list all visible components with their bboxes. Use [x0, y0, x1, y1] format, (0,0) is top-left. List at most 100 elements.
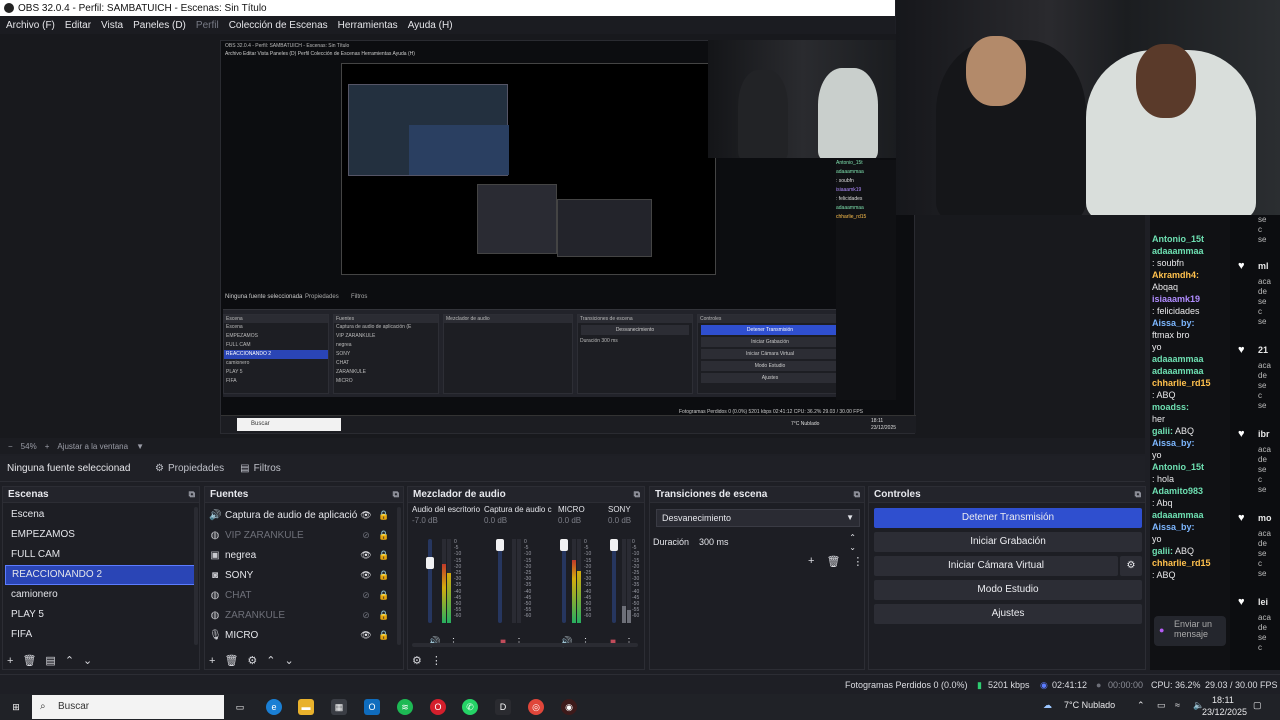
wifi-icon[interactable]: ≈	[1175, 700, 1180, 710]
scene-item-selected[interactable]: REACCIONANDO 2	[5, 565, 197, 585]
eye-off-icon[interactable]: ⊘	[357, 530, 375, 541]
trash-icon[interactable]: 🗑	[224, 654, 238, 667]
gear-icon[interactable]: ⚙	[247, 654, 257, 667]
menu-ayuda[interactable]: Ayuda (H)	[408, 20, 453, 31]
lock-icon[interactable]: 🔒	[375, 630, 393, 641]
menu-herramientas[interactable]: Herramientas	[338, 20, 398, 31]
volume-slider[interactable]	[426, 539, 434, 623]
start-virtual-cam-button[interactable]: Iniciar Cámara Virtual	[874, 556, 1118, 576]
eye-icon[interactable]: 👁	[357, 510, 375, 521]
volume-slider[interactable]	[560, 539, 568, 623]
chevron-down-icon[interactable]: ▼	[136, 442, 144, 451]
properties-button[interactable]: ⚙ Propiedades	[147, 460, 232, 477]
lock-icon[interactable]: 🔒	[375, 550, 393, 561]
transition-select[interactable]: Desvanecimiento ▼	[656, 509, 860, 527]
task-view-icon[interactable]: ▭	[232, 699, 248, 715]
more-icon[interactable]: ⋮	[431, 654, 442, 667]
outlook-icon[interactable]: O	[364, 699, 380, 715]
eye-icon[interactable]: 👁	[357, 550, 375, 561]
volume-slider[interactable]	[496, 539, 504, 623]
edge-icon[interactable]: e	[266, 699, 282, 715]
lock-icon[interactable]: 🔒	[375, 510, 393, 521]
heart-icon[interactable]: ♥	[1238, 345, 1249, 356]
store-icon[interactable]: ▦	[331, 699, 347, 715]
undock-icon[interactable]: ⧉	[393, 489, 399, 500]
undock-icon[interactable]: ⧉	[1135, 489, 1141, 500]
chevron-up-icon[interactable]: ⌃	[1137, 700, 1145, 711]
menu-coleccion-escenas[interactable]: Colección de Escenas	[229, 20, 328, 31]
weather[interactable]: 7°C Nublado	[1064, 700, 1115, 710]
source-item[interactable]: 🔊Captura de audio de aplicación (E👁🔒	[205, 505, 393, 525]
source-item[interactable]: ▣ negrea 👁 🔒	[205, 545, 393, 565]
scene-item[interactable]: FIFA	[5, 625, 197, 645]
heart-icon[interactable]: ♥	[1238, 513, 1249, 524]
advanced-audio-icon[interactable]: ⚙	[412, 654, 422, 667]
undock-icon[interactable]: ⧉	[189, 489, 195, 500]
menu-paneles[interactable]: Paneles (D)	[133, 20, 186, 31]
eye-off-icon[interactable]: ⊘	[357, 590, 375, 601]
clock-time[interactable]: 18:11	[1212, 695, 1234, 705]
zoom-in-icon[interactable]: +	[45, 442, 50, 451]
menu-editar[interactable]: Editar	[65, 20, 91, 31]
menu-perfil[interactable]: Perfil	[196, 20, 219, 31]
settings-button[interactable]: Ajustes	[874, 604, 1142, 624]
filter-icon[interactable]: ▤	[45, 654, 55, 667]
scrollbar[interactable]	[194, 507, 198, 645]
chrome-icon[interactable]: ◎	[528, 699, 544, 715]
zoom-out-icon[interactable]: −	[8, 442, 13, 451]
chevron-down-icon[interactable]: ⌄	[285, 654, 294, 667]
scene-item[interactable]: Escena	[5, 505, 197, 525]
scrollbar[interactable]	[397, 507, 401, 645]
trash-icon[interactable]: 🗑	[22, 654, 36, 667]
start-recording-button[interactable]: Iniciar Grabación	[874, 532, 1142, 552]
add-icon[interactable]: +	[209, 655, 215, 667]
source-item[interactable]: ◍ ZARANKULE ⊘ 🔒	[205, 605, 393, 625]
source-item[interactable]: 🎙 MICRO 👁 🔒	[205, 625, 393, 645]
scene-item[interactable]: PLAY 5	[5, 605, 197, 625]
lock-icon[interactable]: 🔒	[375, 570, 393, 581]
heart-icon[interactable]: ♥	[1238, 261, 1249, 272]
filters-button[interactable]: ▤ Filtros	[232, 460, 289, 477]
network-icon[interactable]: ▭	[1157, 700, 1166, 711]
lock-icon[interactable]: 🔒	[375, 590, 393, 601]
lock-icon[interactable]: 🔒	[375, 610, 393, 621]
scene-item[interactable]: EMPEZAMOS	[5, 525, 197, 545]
notifications-icon[interactable]: ▢	[1253, 700, 1262, 711]
volume-slider[interactable]	[610, 539, 618, 623]
eye-off-icon[interactable]: ⊘	[357, 610, 375, 621]
eye-icon[interactable]: 👁	[357, 630, 375, 641]
opera-icon[interactable]: O	[430, 699, 446, 715]
file-explorer-icon[interactable]: ▬	[298, 699, 314, 715]
trash-icon[interactable]: 🗑	[826, 555, 840, 568]
menu-vista[interactable]: Vista	[101, 20, 123, 31]
chevron-up-icon[interactable]: ⌃	[65, 654, 74, 667]
heart-icon[interactable]: ♥	[1238, 597, 1249, 608]
studio-mode-button[interactable]: Modo Estudio	[874, 580, 1142, 600]
lock-icon[interactable]: 🔒	[375, 530, 393, 541]
duration-input[interactable]: 300 ms ⌃ ⌄	[695, 533, 860, 552]
source-item[interactable]: ◍ CHAT ⊘ 🔒	[205, 585, 393, 605]
whatsapp-icon[interactable]: ✆	[462, 699, 478, 715]
chevron-up-icon[interactable]: ⌃	[266, 654, 275, 667]
add-icon[interactable]: +	[808, 555, 814, 568]
spotify-icon[interactable]: ≋	[397, 699, 413, 715]
chevron-down-icon[interactable]: ⌄	[83, 654, 92, 667]
undock-icon[interactable]: ⧉	[634, 489, 640, 500]
scene-item[interactable]: FULL CAM	[5, 545, 197, 565]
scene-item[interactable]: camionero	[5, 585, 197, 605]
taskbar-search[interactable]: ⌕ Buscar	[32, 695, 224, 719]
scrollbar[interactable]	[412, 643, 638, 647]
zoom-fit-select[interactable]: Ajustar a la ventana	[57, 442, 128, 451]
stop-stream-button[interactable]: Detener Transmisión	[874, 508, 1142, 528]
menu-archivo[interactable]: Archivo (F)	[6, 20, 55, 31]
more-icon[interactable]: ⋮	[852, 555, 863, 568]
obs-taskbar-icon[interactable]: ◉	[561, 699, 577, 715]
source-item[interactable]: ◍ VIP ZARANKULE ⊘ 🔒	[205, 525, 393, 545]
chat-input[interactable]: ● Enviar un mensaje	[1154, 616, 1226, 646]
eye-icon[interactable]: 👁	[357, 570, 375, 581]
gear-icon[interactable]: ⚙	[1120, 556, 1142, 576]
undock-icon[interactable]: ⧉	[854, 489, 860, 500]
add-icon[interactable]: +	[7, 655, 13, 667]
app-d-icon[interactable]: D	[495, 699, 511, 715]
clock-date[interactable]: 23/12/2025	[1202, 707, 1247, 717]
